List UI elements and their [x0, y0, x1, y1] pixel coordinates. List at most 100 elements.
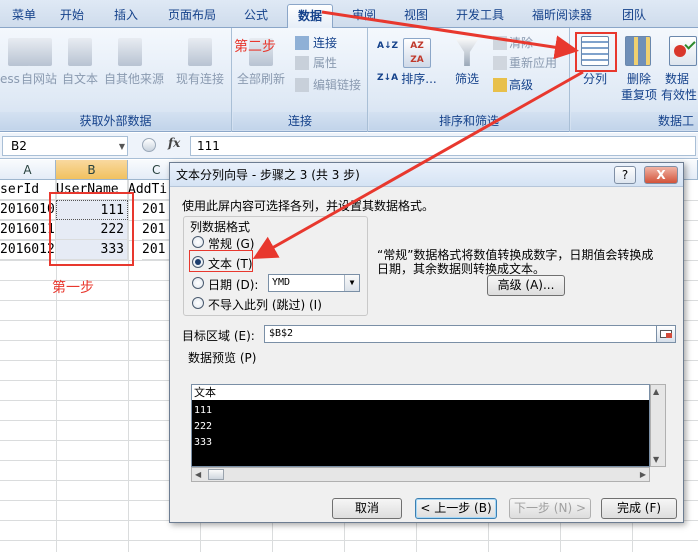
destination-input[interactable]: $B$2: [264, 325, 676, 343]
name-box[interactable]: B2 ▼: [2, 136, 128, 156]
tab-data[interactable]: 数据: [287, 4, 333, 28]
data-preview-pane[interactable]: 文本 111 222 333: [191, 384, 650, 467]
destination-value: $B$2: [269, 328, 294, 339]
step1-highlight-box: [49, 192, 134, 266]
remove-duplicates-label-1[interactable]: 删除: [619, 72, 659, 87]
text-to-columns-button[interactable]: 分列: [575, 72, 615, 87]
text-option-highlight-box: [189, 250, 253, 272]
insert-function-icon[interactable]: fx: [168, 136, 180, 150]
column-format-legend: 列数据格式: [188, 218, 253, 235]
group-get-external-data: ess 自网站 自文本 自其他来源 现有连接 获取外部数据: [0, 28, 232, 132]
tab-developer[interactable]: 开发工具: [448, 4, 512, 28]
from-text-button[interactable]: 自文本: [60, 72, 100, 87]
from-web-button[interactable]: 自网站: [19, 72, 59, 87]
filter-icon: [455, 38, 479, 66]
step2-label: 第二步: [234, 39, 276, 55]
tab-home[interactable]: 开始: [50, 4, 94, 28]
advanced-filter-icon: [493, 78, 507, 92]
clear-icon: [493, 36, 507, 50]
existing-connections-button[interactable]: 现有连接: [172, 72, 228, 87]
cancel-button[interactable]: 取消: [332, 498, 402, 519]
formula-content: 111: [197, 139, 220, 153]
radio-general[interactable]: [192, 236, 204, 248]
properties-button[interactable]: 属性: [313, 56, 343, 71]
ribbon-tab-bar: 菜单 开始 插入 页面布局 公式 数据 审阅 视图 开发工具 福昕阅读器 团队: [0, 0, 698, 28]
next-button[interactable]: 下一步 (N) >: [509, 498, 591, 519]
reapply-icon: [493, 56, 507, 70]
dialog-instruction: 使用此屏内容可选择各列，并设置其数据格式。: [182, 199, 435, 213]
preview-row: 111: [194, 405, 213, 416]
properties-icon: [295, 56, 309, 70]
cell-c3[interactable]: 201: [142, 220, 172, 240]
remove-duplicates-icon: [625, 36, 651, 66]
formula-input[interactable]: 111: [190, 136, 696, 156]
tab-menu[interactable]: 菜单: [2, 4, 46, 28]
chevron-down-icon[interactable]: ▼: [344, 275, 359, 291]
help-button[interactable]: ?: [614, 166, 636, 184]
cell-a4[interactable]: 2016012: [0, 240, 56, 260]
group-sort-filter: A↓Z Z↓A AZ ZA 排序... 筛选 清除 重新应用 高级 排序和筛选: [369, 28, 570, 132]
radio-skip-label[interactable]: 不导入此列 (跳过) (I): [208, 296, 322, 313]
data-validation-label-2[interactable]: 有效性: [661, 88, 698, 103]
finish-button[interactable]: 完成 (F): [601, 498, 677, 519]
cell-a2[interactable]: 2016010: [0, 200, 56, 220]
sort-za-icon[interactable]: Z↓A: [377, 74, 398, 92]
radio-date[interactable]: [192, 277, 204, 289]
dialog-title: 文本分列向导 - 步骤之 3 (共 3 步): [176, 168, 360, 182]
connections-button[interactable]: 连接: [313, 36, 343, 51]
clear-button[interactable]: 清除: [509, 36, 539, 51]
sort-dialog-icon: AZ ZA: [403, 38, 431, 68]
preview-row: 333: [194, 437, 213, 448]
scroll-down-icon[interactable]: ▼: [653, 455, 659, 464]
tab-insert[interactable]: 插入: [104, 4, 148, 28]
tab-page-layout[interactable]: 页面布局: [160, 4, 224, 28]
dialog-title-bar[interactable]: 文本分列向导 - 步骤之 3 (共 3 步) ? X: [170, 163, 683, 187]
name-box-dropdown-icon[interactable]: ▼: [119, 138, 125, 156]
from-access-button[interactable]: ess: [0, 72, 20, 87]
tab-team[interactable]: 团队: [612, 4, 656, 28]
column-header-b[interactable]: B: [56, 160, 128, 180]
scroll-left-icon[interactable]: ◀: [195, 470, 201, 479]
edit-links-button[interactable]: 编辑链接: [313, 78, 367, 93]
tab-foxit[interactable]: 福昕阅读器: [524, 4, 600, 28]
remove-duplicates-label-2[interactable]: 重复项: [617, 88, 661, 103]
reapply-button[interactable]: 重新应用: [509, 56, 569, 71]
step2-highlight-box: [575, 32, 617, 72]
cell-a1[interactable]: serId: [0, 180, 56, 200]
collapse-dialog-icon[interactable]: [656, 325, 676, 343]
radio-date-label[interactable]: 日期 (D):: [208, 276, 258, 293]
destination-label: 目标区域 (E):: [182, 329, 255, 343]
sort-button[interactable]: 排序...: [397, 72, 441, 87]
group-label-sort: 排序和筛选: [369, 112, 569, 130]
cell-a3[interactable]: 2016011: [0, 220, 56, 240]
refresh-all-button[interactable]: 全部刷新: [233, 72, 289, 87]
tab-view[interactable]: 视图: [394, 4, 438, 28]
cell-c1[interactable]: AddTi: [128, 180, 172, 200]
group-label-external: 获取外部数据: [0, 112, 231, 130]
advanced-button[interactable]: 高级 (A)...: [487, 275, 565, 296]
existing-connections-icon: [188, 38, 212, 66]
radio-skip[interactable]: [192, 297, 204, 309]
back-button[interactable]: < 上一步 (B): [415, 498, 497, 519]
advanced-filter-button[interactable]: 高级: [509, 78, 549, 93]
preview-row: 222: [194, 421, 213, 432]
close-button[interactable]: X: [644, 166, 678, 184]
formula-bar: B2 ▼ fx 111: [0, 133, 698, 159]
date-format-select[interactable]: YMD ▼: [268, 274, 360, 292]
connections-icon: [295, 36, 309, 50]
preview-vertical-scrollbar[interactable]: ▲ ▼: [650, 384, 666, 467]
from-other-sources-button[interactable]: 自其他来源: [102, 72, 166, 87]
scroll-right-icon[interactable]: ▶: [640, 470, 646, 479]
preview-horizontal-scrollbar[interactable]: ◀ ▶: [191, 467, 650, 482]
filter-button[interactable]: 筛选: [449, 72, 485, 87]
cell-c4[interactable]: 201: [142, 240, 172, 260]
scroll-thumb[interactable]: [208, 469, 224, 480]
tab-formulas[interactable]: 公式: [234, 4, 278, 28]
tab-review[interactable]: 审阅: [342, 4, 386, 28]
scroll-up-icon[interactable]: ▲: [653, 387, 659, 396]
cell-c2[interactable]: 201: [142, 200, 172, 220]
formula-bar-handle-icon[interactable]: [142, 138, 156, 152]
sort-az-icon[interactable]: A↓Z: [377, 42, 398, 60]
data-validation-label-1[interactable]: 数据: [665, 72, 698, 87]
column-header-a[interactable]: A: [0, 160, 56, 180]
